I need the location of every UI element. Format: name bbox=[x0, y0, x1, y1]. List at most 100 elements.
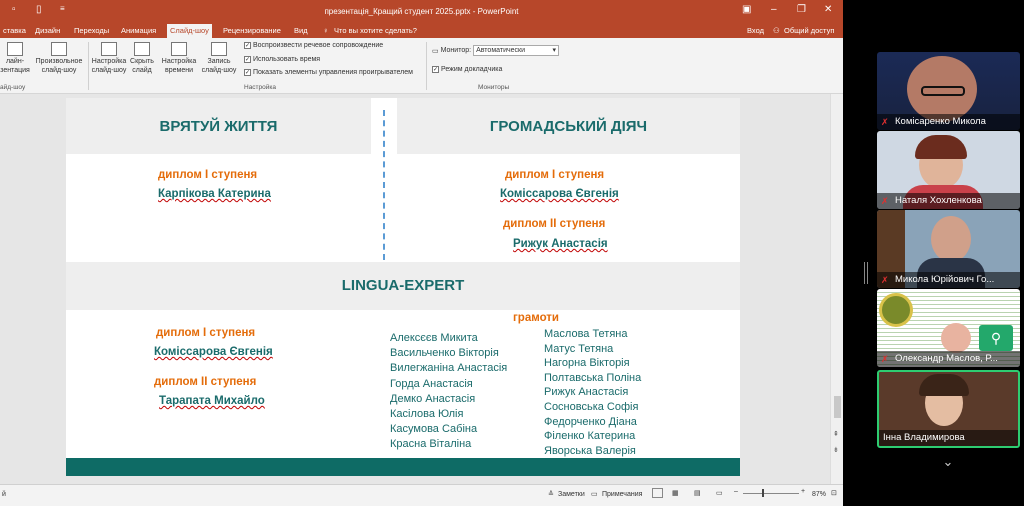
list-item: Васильченко Вікторія bbox=[390, 347, 499, 360]
timings-checkbox[interactable]: ✓ Использовать время bbox=[244, 56, 320, 63]
screen-share-icon[interactable]: ⚲ bbox=[979, 325, 1013, 351]
tab-design[interactable]: Дизайн bbox=[32, 26, 63, 38]
monitor-dropdown[interactable]: Автоматически ▾ bbox=[473, 45, 560, 56]
list-item: Нагорна Вікторія bbox=[544, 357, 630, 370]
hide-slide-icon bbox=[134, 42, 150, 56]
list-item: Демко Анастасія bbox=[390, 392, 476, 405]
participant-name: Олександр Маслов, Р... bbox=[877, 351, 1020, 367]
online-presentation-button[interactable]: лайн- зентация bbox=[0, 40, 30, 75]
custom-slideshow-button[interactable]: Произвольное слайд-шоу bbox=[33, 40, 85, 75]
next-slide-icon[interactable]: ⇟ bbox=[833, 446, 839, 454]
monitor-icon: ▭ bbox=[432, 47, 439, 55]
tab-review[interactable]: Рецензирование bbox=[220, 26, 284, 38]
minimize-icon[interactable]: – bbox=[771, 4, 777, 15]
diploma-label: диплом ІІ ступеня bbox=[154, 376, 257, 388]
prev-slide-icon[interactable]: ⇞ bbox=[833, 430, 839, 438]
zoom-slider[interactable] bbox=[743, 493, 799, 494]
slideshow-view-icon[interactable]: ▭ bbox=[716, 489, 723, 497]
mic-muted-icon: ✗ bbox=[881, 354, 889, 364]
group-monitors-label: Мониторы bbox=[478, 84, 510, 91]
rehearse-timings-button[interactable]: Настройка времени bbox=[160, 40, 198, 75]
list-item: Матус Тетяна bbox=[544, 342, 614, 355]
tab-view[interactable]: Вид bbox=[291, 26, 311, 38]
section-title-save-life: ВРЯТУЙ ЖИТТЯ bbox=[159, 118, 278, 135]
winner-name: Коміссарова Євгенія bbox=[500, 188, 619, 200]
separator bbox=[88, 42, 89, 90]
tab-animation[interactable]: Анимация bbox=[118, 26, 159, 38]
reading-view-icon[interactable]: ▤ bbox=[694, 489, 701, 497]
hide-slide-button[interactable]: Скрыть слайд bbox=[128, 40, 156, 75]
fit-slide-icon[interactable]: ⊡ bbox=[831, 489, 837, 497]
sign-in-link[interactable]: Вход bbox=[744, 26, 767, 38]
zoom-level[interactable]: 87% bbox=[812, 491, 826, 498]
participant-tile[interactable]: ⚲ Олександр Маслов, Р... ✗ bbox=[877, 289, 1020, 367]
restore-icon[interactable]: ❐ bbox=[797, 4, 806, 15]
section-title-public-figure: ГРОМАДСЬКИЙ ДІЯЧ bbox=[489, 118, 648, 135]
lightbulb-icon: ♀ bbox=[323, 26, 329, 35]
mic-muted-icon: ✗ bbox=[881, 275, 889, 285]
winner-name: Коміссарова Євгенія bbox=[154, 346, 273, 358]
resize-handle[interactable] bbox=[864, 262, 868, 284]
chevron-down-icon[interactable]: ⌄ bbox=[937, 454, 959, 476]
media-controls-checkbox[interactable]: ✓ Показать элементы управления проигрыва… bbox=[244, 69, 413, 76]
list-item: Рижук Анастасія bbox=[544, 386, 629, 399]
participant-tile[interactable]: Наталя Хохленкова ✗ bbox=[877, 131, 1020, 209]
list-item: Федорченко Діана bbox=[544, 415, 637, 428]
participant-video bbox=[931, 216, 971, 262]
scrollbar-thumb[interactable] bbox=[834, 396, 841, 418]
list-item: Касумова Сабіна bbox=[390, 423, 478, 436]
tell-me-input[interactable]: Что вы хотите сделать? bbox=[331, 26, 420, 38]
participant-name: Комісаренко Микола bbox=[877, 114, 1020, 130]
record-slideshow-button[interactable]: Запись слайд-шоу bbox=[198, 40, 240, 75]
zoom-slider-thumb[interactable] bbox=[762, 489, 764, 497]
list-item: Красна Віталіна bbox=[390, 438, 472, 451]
glasses-shape bbox=[921, 86, 965, 96]
presenter-view-checkbox[interactable]: ✓ Режим докладчика bbox=[432, 66, 502, 73]
tab-transitions[interactable]: Переходы bbox=[71, 26, 112, 38]
footer-bar bbox=[66, 458, 740, 476]
winner-name: Карпікова Катерина bbox=[158, 188, 271, 200]
diploma-label: диплом І ступеня bbox=[505, 169, 605, 181]
certificates-label: грамоти bbox=[513, 312, 560, 324]
normal-view-icon[interactable] bbox=[652, 488, 663, 498]
mic-muted-icon: ✗ bbox=[881, 117, 889, 127]
participant-tile[interactable]: Микола Юрійович Го... ✗ bbox=[877, 210, 1020, 288]
share-button[interactable]: Общий доступ bbox=[781, 26, 837, 38]
group-setup-label: Настройка bbox=[244, 84, 276, 91]
emblem-icon bbox=[879, 293, 913, 327]
vertical-scrollbar[interactable]: ⇞ ⇟ bbox=[830, 94, 843, 484]
zoom-out-icon[interactable]: – bbox=[734, 488, 738, 495]
slide-sorter-icon[interactable]: ▦ bbox=[672, 489, 679, 497]
list-item: Полтавська Поліна bbox=[544, 371, 642, 384]
participant-video bbox=[941, 323, 971, 353]
powerpoint-window: ▫ ▯ ≡ презентація_Кращий студент 2025.pp… bbox=[0, 0, 843, 506]
column-divider bbox=[383, 110, 385, 260]
ribbon: лайн- зентация Произвольное слайд-шоу ай… bbox=[0, 38, 843, 94]
tab-insert[interactable]: ставка bbox=[0, 26, 29, 38]
certificates-list-left: Алексєєв Микита Васильченко Вікторія Вил… bbox=[390, 331, 507, 453]
slide-editor-area: ВРЯТУЙ ЖИТТЯ ГРОМАДСЬКИЙ ДІЯЧ диплом І с… bbox=[0, 94, 843, 484]
window-title: презентація_Кращий студент 2025.pptx - P… bbox=[324, 7, 519, 16]
list-item: Горда Анастасія bbox=[390, 377, 473, 390]
narration-checkbox[interactable]: ✓ Воспроизвести речевое сопровождение bbox=[244, 42, 383, 49]
mic-muted-icon: ✗ bbox=[881, 196, 889, 206]
diploma-label: диплом ІІ ступеня bbox=[503, 218, 606, 230]
list-item: Касілова Юлія bbox=[390, 408, 464, 421]
tab-slideshow[interactable]: Слайд-шоу bbox=[167, 24, 212, 38]
list-item: Яворська Валерія bbox=[544, 444, 636, 457]
ribbon-display-options-icon[interactable]: ▣ bbox=[742, 4, 751, 15]
checkbox-checked-icon: ✓ bbox=[244, 69, 251, 76]
panel-gap bbox=[843, 0, 877, 506]
notes-icon: ≙ bbox=[548, 491, 554, 498]
diploma-label: диплом І ступеня bbox=[158, 169, 258, 181]
participant-tile[interactable]: Комісаренко Микола ✗ bbox=[877, 52, 1020, 130]
winner-name: Рижук Анастасія bbox=[513, 238, 608, 250]
zoom-in-icon[interactable]: + bbox=[801, 488, 805, 495]
close-icon[interactable]: ✕ bbox=[824, 4, 832, 15]
notes-button[interactable]: Заметки bbox=[558, 491, 585, 498]
participant-tile-active-speaker[interactable]: Інна Владимирова bbox=[877, 370, 1020, 448]
record-slideshow-icon bbox=[211, 42, 227, 56]
slide[interactable]: ВРЯТУЙ ЖИТТЯ ГРОМАДСЬКИЙ ДІЯЧ диплом І с… bbox=[66, 98, 740, 476]
comments-button[interactable]: Примечания bbox=[602, 491, 642, 498]
setup-slideshow-button[interactable]: Настройка слайд-шоу bbox=[90, 40, 128, 75]
